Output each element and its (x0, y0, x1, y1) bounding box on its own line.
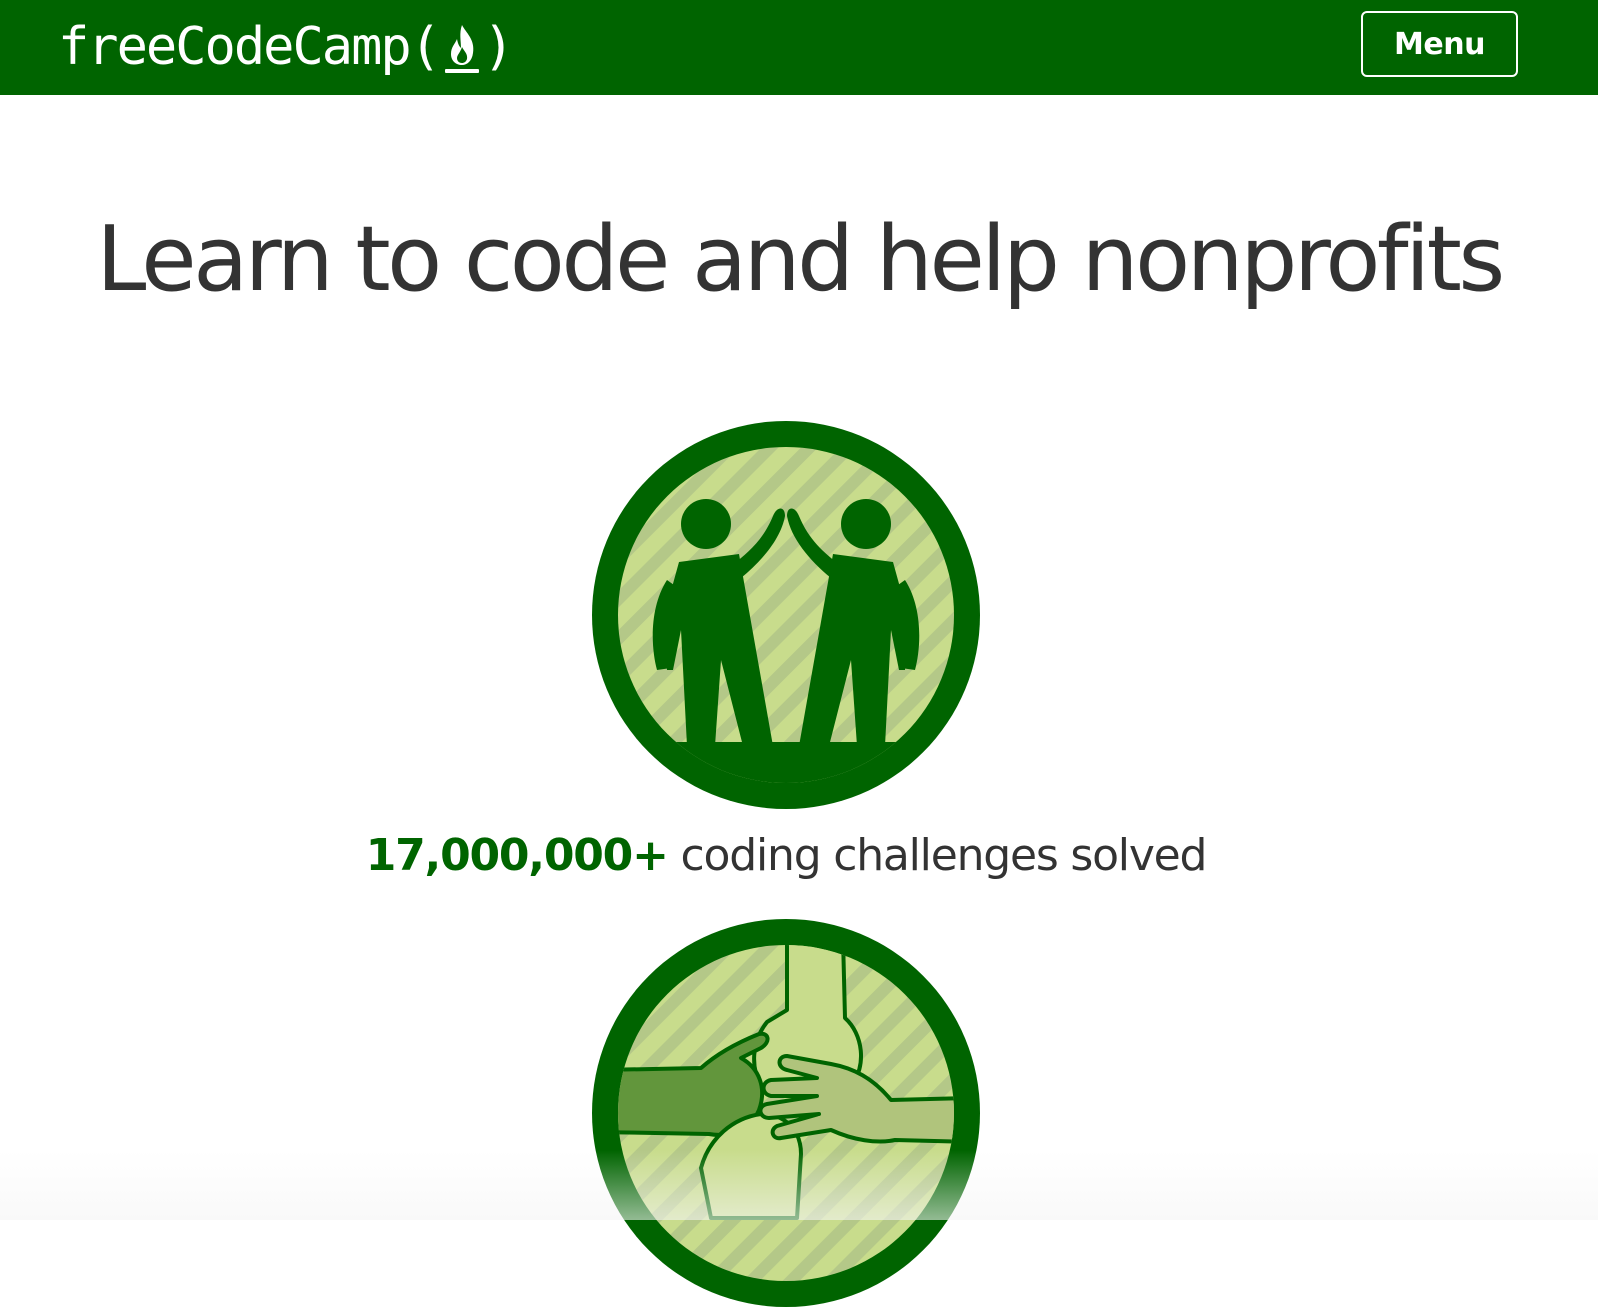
challenges-solved-stat: 17,000,000+ coding challenges solved (0, 826, 1572, 886)
brand-logo-link[interactable]: freeCodeCamp ( ) (58, 14, 514, 80)
challenges-count: 17,000,000+ (365, 830, 669, 881)
brand-paren-close: ) (483, 17, 515, 77)
top-navbar: freeCodeCamp ( ) Menu (0, 0, 1598, 95)
challenges-label: coding challenges solved (667, 830, 1208, 881)
page-title: Learn to code and help nonprofits (96, 207, 1505, 312)
high-five-icon (591, 420, 981, 810)
flame-icon (439, 17, 485, 77)
stacked-hands-icon (591, 918, 981, 1308)
menu-button[interactable]: Menu (1361, 11, 1518, 77)
brand-paren-open: ( (409, 17, 441, 77)
brand-name: freeCodeCamp (58, 17, 412, 77)
